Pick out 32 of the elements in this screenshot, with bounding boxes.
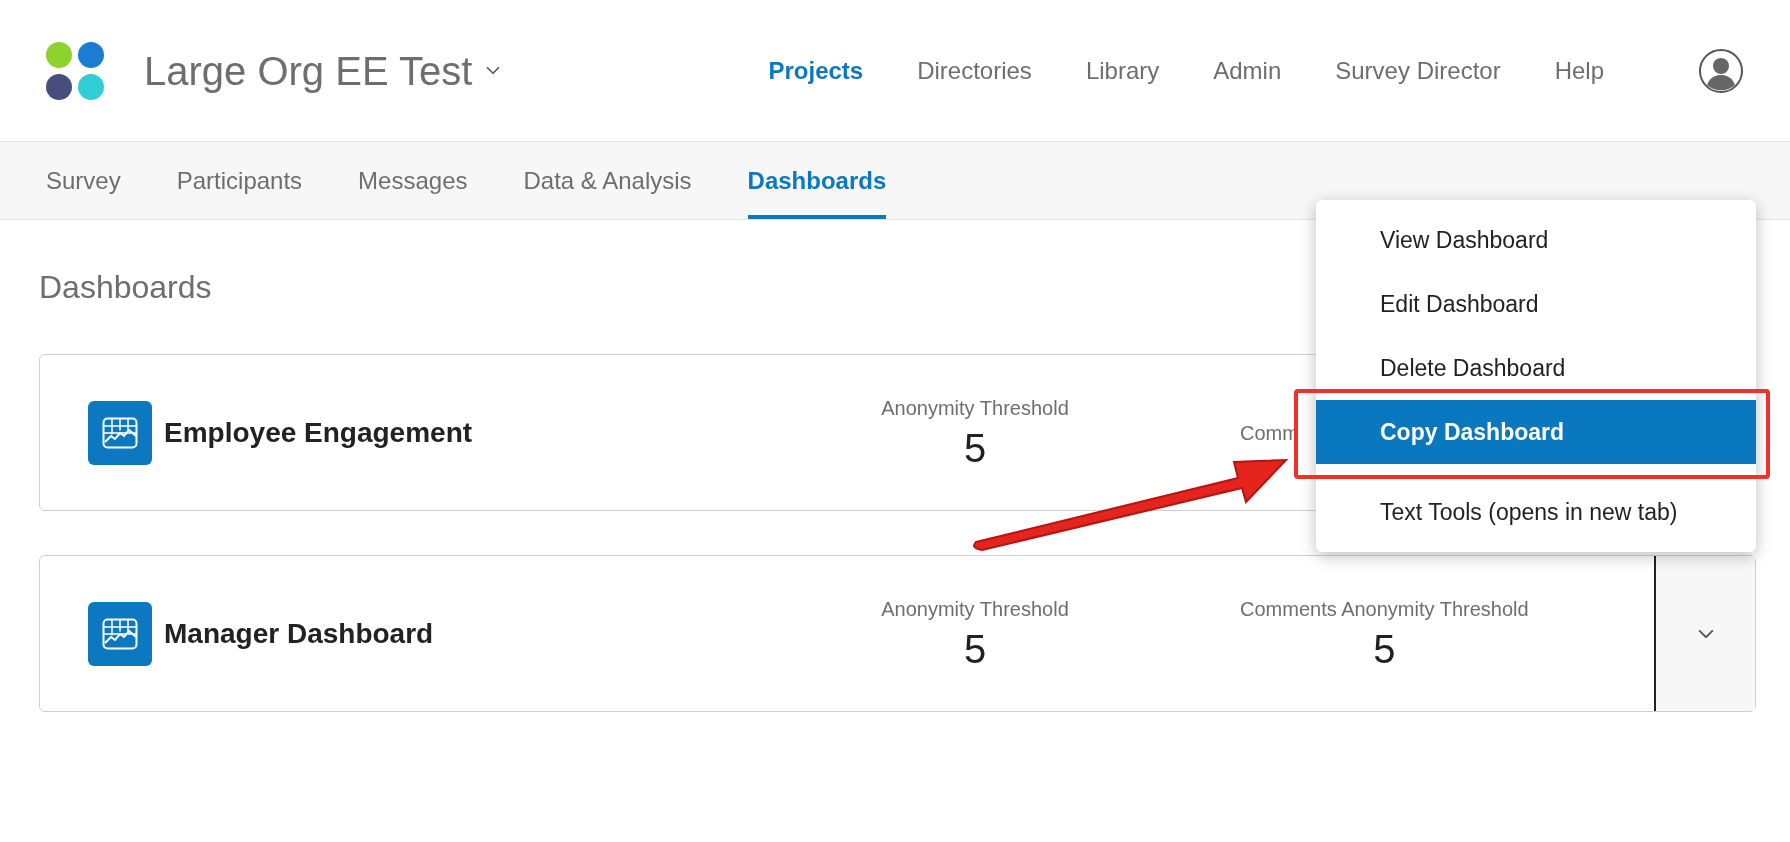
dashboard-chart-icon xyxy=(88,601,152,666)
stat-value: 5 xyxy=(963,424,987,472)
menu-item[interactable]: Edit Dashboard xyxy=(1316,272,1756,336)
nav-link[interactable]: Admin xyxy=(1213,52,1282,89)
menu-item[interactable]: View Dashboard xyxy=(1316,208,1756,272)
stat-label: Anonymity Threshold xyxy=(881,596,1069,622)
logo-icon xyxy=(46,41,104,100)
nav-link[interactable]: Survey Director xyxy=(1335,52,1501,89)
page-title: Dashboards xyxy=(39,268,212,307)
caret-icon xyxy=(486,66,501,75)
tab[interactable]: Messages xyxy=(358,142,468,219)
tab[interactable]: Dashboards xyxy=(747,142,887,219)
dashboard-menu-toggle[interactable] xyxy=(1654,556,1755,711)
tab[interactable]: Survey xyxy=(46,142,121,219)
user-avatar-icon[interactable] xyxy=(1698,47,1744,94)
dashboard-card[interactable]: Manager Dashboard Anonymity Threshold 5 Comments Anonymity Threshold 5 xyxy=(39,555,1756,712)
tab[interactable]: Data & Analysis xyxy=(523,142,692,219)
stat-value: 5 xyxy=(1373,625,1396,673)
dashboard-chart-icon xyxy=(88,400,152,465)
nav-link[interactable]: Projects xyxy=(768,52,864,89)
tab[interactable]: Participants xyxy=(176,142,303,219)
dashboard-name: Employee Engagement xyxy=(164,415,473,450)
dashboard-name: Manager Dashboard xyxy=(164,616,434,651)
menu-item[interactable]: Copy Dashboard xyxy=(1316,400,1756,464)
stat-value: 5 xyxy=(963,625,987,673)
nav-link[interactable]: Library xyxy=(1085,52,1160,89)
nav-link[interactable]: Help xyxy=(1554,52,1604,89)
stat-label: Anonymity Threshold xyxy=(881,395,1069,421)
chevron-down-icon xyxy=(1697,628,1714,639)
project-title[interactable]: Large Org EE Test xyxy=(144,40,473,101)
stat-label: Comments Anonymity Threshold xyxy=(1240,596,1529,622)
nav-link[interactable]: Directories xyxy=(917,52,1032,89)
